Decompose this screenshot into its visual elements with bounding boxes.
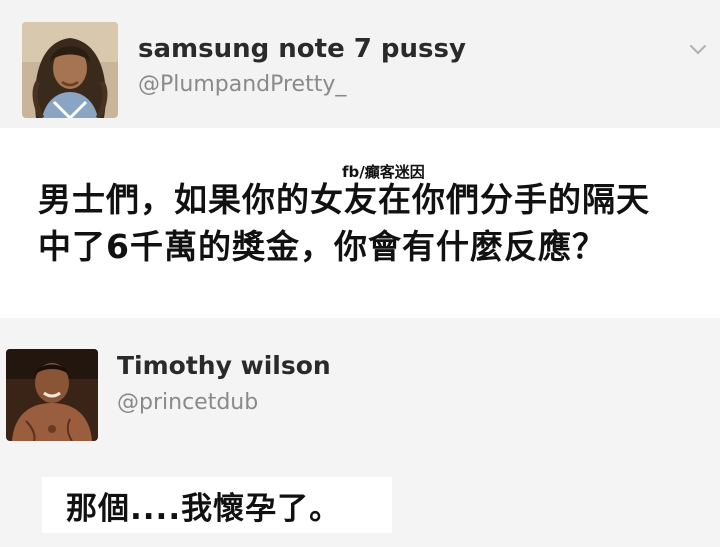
tweet-text: 男士們，如果你的女友在你們分手的隔天 中了6千萬的獎金，你會有什麼反應？ [38, 176, 698, 270]
chevron-down-icon[interactable] [687, 38, 709, 60]
avatar[interactable] [6, 349, 98, 441]
display-name[interactable]: Timothy wilson [117, 351, 331, 380]
screenshot-canvas: samsung note 7 pussy @PlumpandPretty_ fb… [0, 0, 720, 547]
user-handle[interactable]: @PlumpandPretty_ [138, 72, 346, 97]
tweet-header-1: samsung note 7 pussy @PlumpandPretty_ [0, 0, 720, 128]
user-handle[interactable]: @princetdub [117, 390, 258, 415]
avatar[interactable] [22, 22, 118, 118]
profile-photo-man-icon [6, 349, 98, 441]
tweet-text-line: 中了6千萬的獎金，你會有什麼反應？ [38, 227, 606, 266]
display-name[interactable]: samsung note 7 pussy [138, 34, 466, 64]
reply-text: 那個....我懷孕了。 [66, 491, 342, 527]
tweet-text-line: 男士們，如果你的女友在你們分手的隔天 [38, 180, 650, 219]
profile-photo-woman-icon [22, 22, 118, 118]
